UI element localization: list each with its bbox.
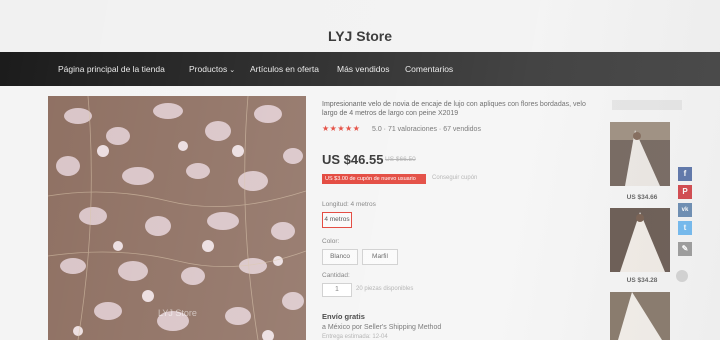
image-watermark: LYJ Store — [158, 308, 197, 318]
nav-item-products[interactable]: Productos ⌄ — [189, 64, 235, 74]
sidebar-thumb-1[interactable] — [610, 122, 670, 186]
shipping-method[interactable]: a México por Seller's Shipping Method — [322, 324, 441, 331]
get-coupon-link[interactable]: Conseguir cupón — [432, 175, 477, 181]
quantity-available: 20 piezas disponibles — [356, 286, 414, 292]
chevron-down-icon: ⌄ — [229, 67, 236, 74]
color-label: Color: — [322, 238, 340, 245]
product-price: US $46.55 — [322, 152, 384, 167]
sidebar-thumb-3[interactable] — [610, 292, 670, 340]
sidebar-price-2: US $34.28 — [626, 277, 658, 284]
quantity-stepper[interactable]: 1 — [322, 283, 352, 297]
nav-bar: Página principal de la tienda Productos ⌄… — [0, 52, 720, 86]
veil-photo-3 — [610, 292, 670, 340]
sidebar-header — [612, 100, 682, 110]
lace-pattern — [48, 96, 306, 340]
store-header — [0, 0, 720, 52]
quantity-label: Cantidad: — [322, 272, 350, 279]
scroll-top-button[interactable] — [676, 270, 688, 282]
nav-item-reviews[interactable]: Comentarios — [405, 64, 453, 74]
shipping-estimate: Entrega estimada: 12-04 — [322, 334, 388, 340]
length-label: Longitud: 4 metros — [322, 201, 376, 208]
veil-photo-2 — [610, 208, 670, 272]
facebook-icon[interactable]: f — [678, 167, 692, 181]
store-title[interactable]: LYJ Store — [0, 28, 720, 44]
rating-summary[interactable]: 5.0 · 71 valoraciones · 67 vendidos — [372, 126, 481, 133]
pinterest-icon[interactable]: P — [678, 185, 692, 199]
nav-item-bestsellers[interactable]: Más vendidos — [337, 64, 389, 74]
color-option-ivory[interactable]: Marfil — [362, 249, 398, 265]
shipping-title: Envío gratis — [322, 312, 365, 321]
color-option-white[interactable]: Blanco — [322, 249, 358, 265]
original-price: US $66.50 — [385, 156, 416, 163]
veil-photo-1 — [610, 122, 670, 186]
vk-icon[interactable]: vk — [678, 203, 692, 217]
nav-item-home[interactable]: Página principal de la tienda — [58, 64, 165, 74]
nav-item-sale[interactable]: Artículos en oferta — [250, 64, 319, 74]
rating-stars: ★★★★★ — [322, 124, 361, 133]
length-option[interactable]: 4 metros — [322, 212, 352, 228]
sidebar-thumb-2[interactable] — [610, 208, 670, 272]
product-image[interactable]: LYJ Store — [48, 96, 306, 340]
sidebar-price-1: US $34.66 — [626, 194, 658, 201]
edit-icon[interactable]: ✎ — [678, 242, 692, 256]
coupon-badge[interactable]: US $3.00 de cupón de nuevo usuario — [322, 174, 426, 184]
product-title: Impresionante velo de novia de encaje de… — [322, 101, 586, 117]
twitter-icon[interactable]: t — [678, 221, 692, 235]
